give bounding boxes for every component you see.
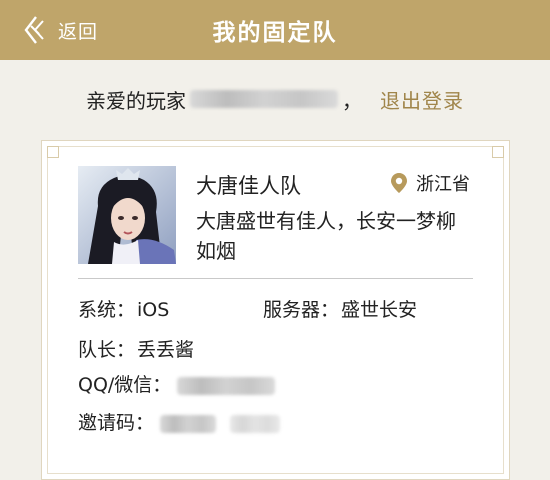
leader-row: 队长： 丢丢酱 [78,335,194,362]
team-name: 大唐佳人队 [196,174,301,198]
location-label: 浙江省 [416,174,470,195]
frame-corner-ornament [47,146,59,158]
system-label: 系统： [78,299,136,321]
invite-label: 邀请码： [78,412,155,434]
system-value: iOS [137,299,170,321]
team-location: 浙江省 [390,170,470,196]
leader-label: 队长： [78,339,136,361]
location-pin-icon [391,173,407,193]
system-row: 系统： iOS [78,295,169,322]
leader-value: 丢丢酱 [137,339,195,361]
greeting-line: 亲爱的玩家 ， 退出登录 [0,78,550,120]
page-title: 我的固定队 [212,20,338,46]
divider [78,278,473,279]
redacted-qq-value [177,376,276,395]
frame-corner-ornament [492,146,504,158]
redacted-invite-code [160,414,217,433]
server-value: 盛世长安 [341,299,418,321]
redacted-player-name [190,90,338,108]
logout-link[interactable]: 退出登录 [380,85,464,114]
invite-row: 邀请码： [78,408,281,435]
server-row: 服务器： 盛世长安 [263,295,417,322]
header-bar: 返回 我的固定队 [0,0,550,60]
greeting-suffix: ， [342,88,362,113]
server-label: 服务器： [263,299,340,321]
avatar-portrait-image [78,166,176,264]
team-card: 大唐佳人队 浙江省 大唐盛世有佳人，长安一梦柳如烟 系统： iOS 服务器： 盛世长… [41,140,510,480]
greeting-prefix: 亲爱的玩家 [86,88,186,113]
qq-label: QQ/微信： [78,374,172,396]
team-slogan: 大唐盛世有佳人，长安一梦柳如烟 [196,209,456,263]
qq-row: QQ/微信： [78,370,276,397]
team-avatar [78,166,176,264]
redacted-invite-code-extra [230,414,281,433]
